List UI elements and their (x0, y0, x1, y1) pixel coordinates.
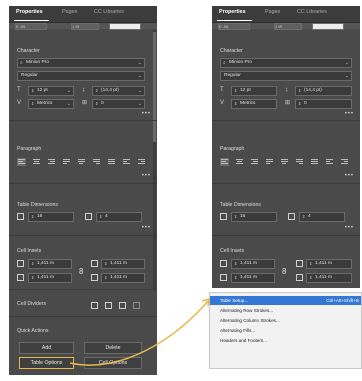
arrow-path (69, 300, 209, 366)
curved-arrow-icon (69, 297, 210, 366)
